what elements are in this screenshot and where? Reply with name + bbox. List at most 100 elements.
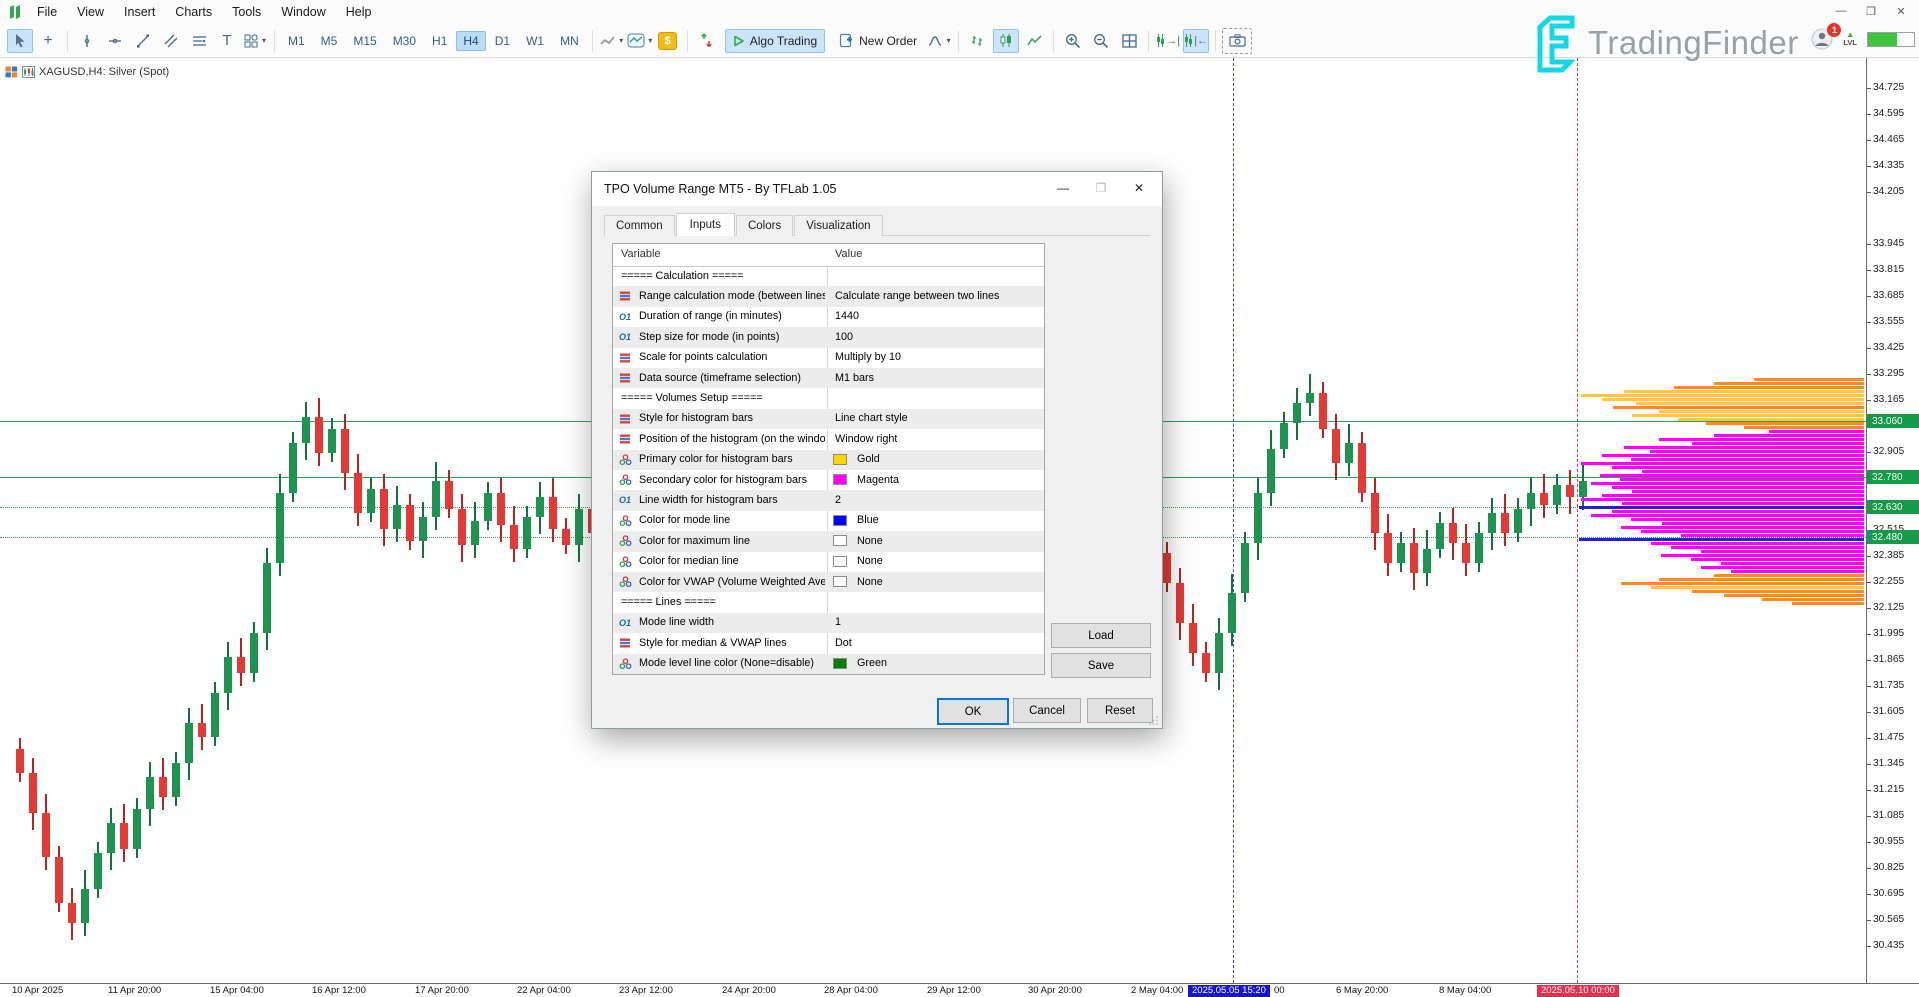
menu-window[interactable]: Window bbox=[271, 2, 335, 22]
table-row[interactable]: O1Mode line width1 bbox=[613, 613, 1044, 633]
table-row[interactable]: ===== Lines ===== bbox=[613, 592, 1044, 612]
shift-end-button[interactable]: →| bbox=[1155, 29, 1181, 53]
timeframe-m30[interactable]: M30 bbox=[386, 31, 423, 51]
level-indicator[interactable]: ▲ LVL bbox=[1843, 31, 1857, 47]
crosshair-tool-button[interactable]: + bbox=[35, 29, 61, 53]
table-row[interactable]: O1Step size for mode (in points)100 bbox=[613, 327, 1044, 347]
menu-file[interactable]: File bbox=[27, 2, 67, 22]
window-restore-button[interactable]: ❐ bbox=[1859, 2, 1883, 20]
candlestick-chart-button[interactable] bbox=[993, 29, 1019, 53]
table-row[interactable]: ===== Volumes Setup ===== bbox=[613, 388, 1044, 408]
value-cell[interactable]: Blue bbox=[857, 514, 879, 526]
timeframe-m5[interactable]: M5 bbox=[314, 31, 345, 51]
value-cell[interactable]: 1 bbox=[835, 616, 841, 628]
menu-tools[interactable]: Tools bbox=[222, 2, 271, 22]
algo-trading-button[interactable]: Algo Trading bbox=[725, 29, 825, 53]
value-cell[interactable]: Calculate range between two lines bbox=[835, 290, 999, 302]
text-tool-button[interactable]: T bbox=[214, 29, 240, 53]
buy-sell-arrows-button[interactable] bbox=[694, 29, 720, 53]
value-cell[interactable]: None bbox=[857, 555, 883, 567]
menu-charts[interactable]: Charts bbox=[165, 2, 222, 22]
value-cell[interactable]: 2 bbox=[835, 494, 841, 506]
table-row[interactable]: ===== Calculation ===== bbox=[613, 266, 1044, 286]
value-cell[interactable]: Window right bbox=[835, 433, 897, 445]
horizontal-line-tool-button[interactable] bbox=[102, 29, 128, 53]
value-cell[interactable]: Gold bbox=[857, 453, 880, 465]
load-button[interactable]: Load bbox=[1051, 623, 1151, 648]
cursor-tool-button[interactable] bbox=[7, 29, 33, 53]
timeframe-d1[interactable]: D1 bbox=[488, 31, 517, 51]
ok-button[interactable]: OK bbox=[937, 698, 1009, 725]
channel-tool-button[interactable] bbox=[158, 29, 184, 53]
timeframe-w1[interactable]: W1 bbox=[519, 31, 551, 51]
value-cell[interactable]: Line chart style bbox=[835, 412, 908, 424]
notifications-button[interactable]: 1 bbox=[1811, 28, 1833, 50]
value-cell[interactable]: Multiply by 10 bbox=[835, 351, 901, 363]
menu-help[interactable]: Help bbox=[336, 2, 382, 22]
tab-visualization[interactable]: Visualization bbox=[794, 215, 882, 236]
indicators-button[interactable]: ▾ bbox=[926, 29, 952, 53]
tab-inputs[interactable]: Inputs bbox=[676, 213, 735, 236]
time-axis[interactable]: 10 Apr 202511 Apr 20:0015 Apr 04:0016 Ap… bbox=[0, 983, 1919, 997]
auto-scroll-button[interactable]: |← bbox=[1183, 29, 1209, 53]
table-row[interactable]: Style for median & VWAP linesDot bbox=[613, 633, 1044, 653]
value-cell[interactable]: Dot bbox=[835, 637, 852, 649]
table-row[interactable]: Secondary color for histogram barsMagent… bbox=[613, 470, 1044, 490]
table-row[interactable]: Position of the histogram (on the windo.… bbox=[613, 429, 1044, 449]
table-row[interactable]: Color for median lineNone bbox=[613, 552, 1044, 572]
window-close-button[interactable]: ✕ bbox=[1889, 2, 1913, 20]
reset-button[interactable]: Reset bbox=[1087, 698, 1153, 723]
price-tick bbox=[1867, 582, 1871, 583]
line-chart-button[interactable] bbox=[1021, 29, 1047, 53]
price-axis[interactable]: 34.72534.59534.46534.33534.20533.94533.8… bbox=[1866, 58, 1919, 983]
table-row[interactable]: Style for histogram barsLine chart style bbox=[613, 409, 1044, 429]
window-minimize-button[interactable]: — bbox=[1829, 2, 1853, 20]
menu-view[interactable]: View bbox=[67, 2, 114, 22]
zoom-out-button[interactable] bbox=[1088, 29, 1114, 53]
new-order-button[interactable]: New Order bbox=[831, 29, 925, 53]
vertical-line-tool-button[interactable] bbox=[74, 29, 100, 53]
value-cell[interactable]: Magenta bbox=[857, 474, 899, 486]
bar-chart-button[interactable] bbox=[965, 29, 991, 53]
menu-insert[interactable]: Insert bbox=[114, 2, 165, 22]
resize-grip[interactable] bbox=[1149, 715, 1159, 725]
dialog-minimize-button[interactable]: — bbox=[1044, 176, 1082, 200]
value-cell[interactable]: 1440 bbox=[835, 310, 859, 322]
table-row[interactable]: Scale for points calculationMultiply by … bbox=[613, 348, 1044, 368]
chart-type-button[interactable]: ▾ bbox=[599, 29, 625, 53]
timeframe-m15[interactable]: M15 bbox=[346, 31, 383, 51]
table-row[interactable]: Range calculation mode (between lines...… bbox=[613, 286, 1044, 306]
table-row[interactable]: Mode level line color (None=disable)Gree… bbox=[613, 654, 1044, 674]
trendline-tool-button[interactable] bbox=[130, 29, 156, 53]
table-row[interactable]: Primary color for histogram barsGold bbox=[613, 450, 1044, 470]
tab-colors[interactable]: Colors bbox=[736, 215, 793, 236]
tile-windows-button[interactable] bbox=[1116, 29, 1142, 53]
timeframe-h1[interactable]: H1 bbox=[425, 31, 454, 51]
cancel-button[interactable]: Cancel bbox=[1013, 698, 1081, 723]
screenshot-button[interactable] bbox=[1222, 28, 1252, 54]
table-row[interactable]: O1Duration of range (in minutes)1440 bbox=[613, 307, 1044, 327]
table-row[interactable]: Color for VWAP (Volume Weighted Ave...No… bbox=[613, 572, 1044, 592]
value-cell[interactable]: M1 bars bbox=[835, 372, 874, 384]
indicator-window-button[interactable]: ▾ bbox=[627, 29, 653, 53]
table-row[interactable]: Color for mode lineBlue bbox=[613, 511, 1044, 531]
timeframe-mn[interactable]: MN bbox=[553, 31, 586, 51]
value-cell[interactable]: 100 bbox=[835, 331, 853, 343]
table-row[interactable]: Data source (timeframe selection)M1 bars bbox=[613, 368, 1044, 388]
quotes-button[interactable]: $ bbox=[655, 29, 681, 53]
value-cell[interactable]: Green bbox=[857, 657, 887, 669]
shapes-tool-button[interactable]: ▾ bbox=[242, 29, 268, 53]
zoom-in-button[interactable] bbox=[1060, 29, 1086, 53]
dialog-title-bar[interactable]: TPO Volume Range MT5 - By TFLab 1.05 — ❐… bbox=[592, 172, 1162, 206]
fibonacci-tool-button[interactable] bbox=[186, 29, 212, 53]
table-row[interactable]: O1Line width for histogram bars2 bbox=[613, 490, 1044, 510]
timeframe-h4[interactable]: H4 bbox=[456, 31, 485, 51]
table-row[interactable]: Color for maximum lineNone bbox=[613, 531, 1044, 551]
price-label: 31.865 bbox=[1873, 654, 1904, 665]
value-cell[interactable]: None bbox=[857, 576, 883, 588]
save-button[interactable]: Save bbox=[1051, 653, 1151, 678]
timeframe-m1[interactable]: M1 bbox=[281, 31, 312, 51]
value-cell[interactable]: None bbox=[857, 535, 883, 547]
tab-common[interactable]: Common bbox=[604, 215, 675, 236]
dialog-close-button[interactable]: ✕ bbox=[1120, 176, 1158, 200]
